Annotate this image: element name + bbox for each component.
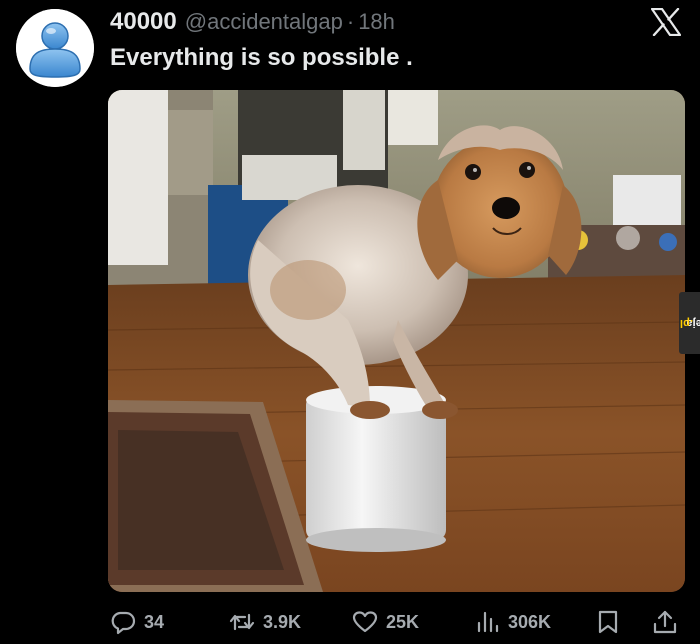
retweet-button[interactable]: 3.9K — [229, 604, 301, 640]
share-button[interactable] — [652, 604, 678, 640]
views-chart-icon — [477, 611, 499, 633]
tweet-action-bar: 34 3.9K 25K 306K — [0, 604, 700, 640]
tweet-text: Everything is so possible . — [110, 44, 413, 71]
views-count: 306K — [508, 611, 552, 632]
retweet-icon — [229, 613, 255, 631]
tweet-photo[interactable] — [108, 90, 685, 592]
jeja-watermark: jeja.pl — [679, 292, 700, 354]
reply-icon — [111, 611, 136, 635]
separator-dot: · — [346, 9, 355, 34]
timestamp[interactable]: 18h — [358, 9, 395, 35]
heart-icon — [352, 611, 378, 633]
avatar[interactable] — [16, 9, 94, 87]
tweet-header: 40000 @accidentalgap · 18h — [110, 8, 395, 36]
default-user-avatar-icon — [16, 9, 94, 87]
display-name[interactable]: 40000 — [110, 8, 177, 36]
share-icon — [653, 610, 677, 634]
x-logo-icon — [651, 8, 681, 36]
user-handle[interactable]: @accidentalgap — [185, 9, 343, 35]
reply-button[interactable]: 34 — [110, 604, 164, 640]
bookmark-icon — [598, 610, 618, 634]
x-logo — [651, 8, 681, 36]
bookmark-button[interactable] — [595, 604, 621, 640]
views-button[interactable]: 306K — [474, 604, 551, 640]
dog-on-toilet-paper-photo — [108, 90, 685, 592]
reply-count: 34 — [144, 611, 165, 632]
retweet-count: 3.9K — [263, 611, 302, 632]
watermark-domain: .pl — [679, 317, 694, 329]
like-count: 25K — [386, 611, 420, 632]
like-button[interactable]: 25K — [352, 604, 419, 640]
